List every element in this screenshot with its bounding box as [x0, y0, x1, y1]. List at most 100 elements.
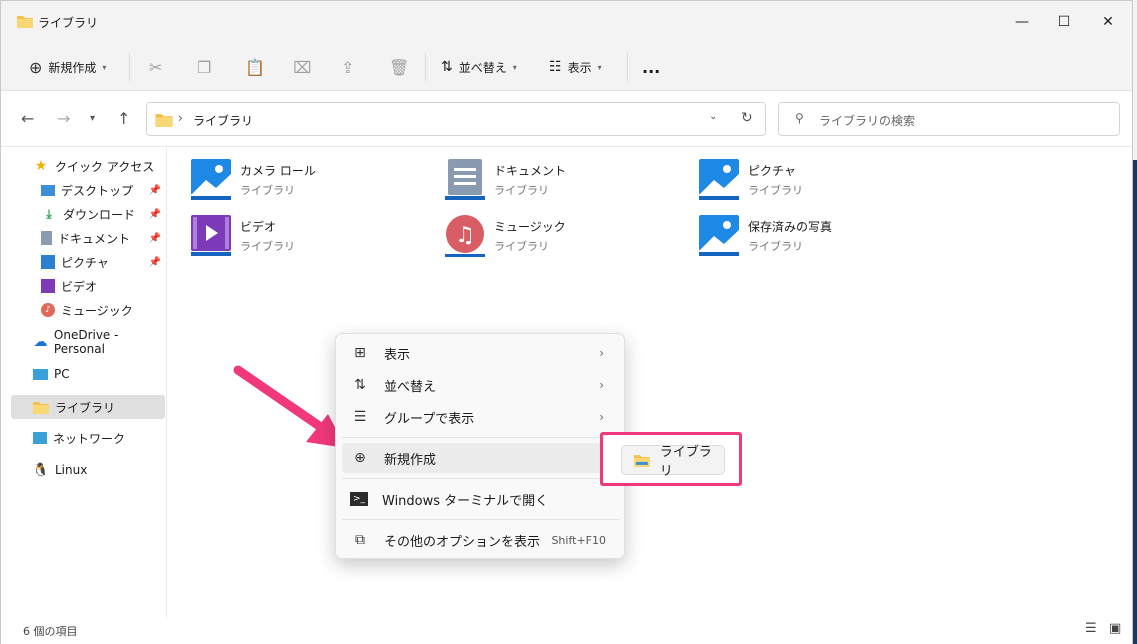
menu-item-new[interactable]: ⊕ 新規作成 — [342, 443, 620, 473]
sidebar-item-linux[interactable]: 🐧 Linux — [11, 458, 165, 482]
sidebar-item-desktop[interactable]: デスクトップ 📌 — [11, 178, 165, 202]
download-icon: ⤓ — [46, 206, 52, 221]
cut-button[interactable]: ✂ — [149, 55, 162, 79]
title-bar[interactable]: ライブラリ — ☐ ✕ — [1, 1, 1132, 43]
toolbar-divider — [129, 53, 130, 81]
sidebar-item-quick-access[interactable]: ★ クイック アクセス — [11, 154, 165, 178]
sidebar-item-libraries[interactable]: ライブラリ — [11, 395, 165, 419]
details-view-icon[interactable]: ☰ — [1085, 621, 1097, 636]
delete-button[interactable]: 🗑 — [389, 55, 409, 79]
paste-button[interactable]: 📋 — [245, 55, 265, 79]
library-tile[interactable]: ♫ ミュージック ライブラリ — [444, 211, 684, 261]
menu-divider — [342, 519, 620, 520]
menu-item-group[interactable]: ☰ グループで表示 › — [342, 402, 620, 432]
menu-divider — [342, 437, 620, 438]
minimize-button[interactable]: — — [1007, 9, 1037, 35]
command-bar: ⊕ 新規作成 ▾ ✂ ❐ 📋 ⌧ ⇪ 🗑 ⇅ 並べ替え ▾ ☷ 表示 ▾ ... — [1, 43, 1132, 91]
terminal-icon: >_ — [350, 492, 368, 506]
forward-arrow-icon[interactable]: → — [57, 109, 70, 128]
linux-icon: 🐧 — [32, 462, 50, 478]
chevron-right-icon: › — [599, 410, 604, 424]
sidebar-item-documents[interactable]: ドキュメント 📌 — [11, 226, 165, 250]
more-button[interactable]: ... — [642, 55, 660, 79]
sort-icon: ⇅ — [354, 377, 366, 393]
menu-item-label: Windows ターミナルで開く — [382, 493, 549, 509]
library-type: ライブラリ — [494, 240, 549, 253]
pin-icon[interactable]: 📌 — [149, 233, 161, 244]
new-label: 新規作成 — [48, 60, 97, 75]
picture-library-icon — [699, 159, 739, 200]
sidebar-item-label: ピクチャ — [61, 255, 109, 270]
menu-item-sort[interactable]: ⇅ 並べ替え › — [342, 370, 620, 400]
library-type: ライブラリ — [748, 240, 803, 253]
toolbar-divider — [425, 53, 426, 81]
close-button[interactable]: ✕ — [1093, 9, 1123, 35]
library-name: ピクチャ — [748, 164, 796, 178]
library-tile[interactable]: ピクチャ ライブラリ — [698, 155, 938, 205]
submenu-item-library[interactable]: ライブラリ — [621, 445, 725, 479]
sort-button[interactable]: ⇅ 並べ替え ▾ — [441, 55, 517, 79]
sidebar-item-label: ネットワーク — [53, 431, 126, 446]
pin-icon[interactable]: 📌 — [149, 209, 161, 220]
address-bar[interactable]: › ライブラリ ⌄ ↻ — [146, 102, 766, 136]
new-button[interactable]: ⊕ 新規作成 ▾ — [29, 55, 106, 79]
copy-button[interactable]: ❐ — [197, 55, 211, 79]
music-library-icon: ♫ — [445, 215, 485, 257]
library-tile[interactable]: ビデオ ライブラリ — [190, 211, 430, 261]
sidebar-item-label: ドキュメント — [58, 231, 131, 246]
library-name: ミュージック — [494, 220, 566, 234]
up-arrow-icon[interactable]: ↑ — [117, 109, 130, 128]
breadcrumb: ライブラリ — [193, 114, 254, 128]
library-tile[interactable]: 保存済みの写真 ライブラリ — [698, 211, 938, 261]
navigation-bar: ← → ▾ ↑ › ライブラリ ⌄ ↻ ⚲ ライブラリの検索 — [1, 91, 1132, 147]
chevron-right-icon: › — [599, 346, 604, 360]
sidebar-item-music[interactable]: ♪ ミュージック — [11, 298, 165, 322]
chevron-down-icon: ▾ — [512, 62, 517, 72]
maximize-button[interactable]: ☐ — [1049, 9, 1079, 35]
menu-item-label: その他のオプションを表示 — [384, 534, 541, 550]
library-tile[interactable]: カメラ ロール ライブラリ — [190, 155, 430, 205]
sidebar-item-label: ビデオ — [61, 279, 98, 294]
pc-icon — [33, 368, 48, 380]
share-icon: ⇪ — [341, 57, 355, 77]
recent-chevron-icon[interactable]: ▾ — [90, 113, 95, 124]
desktop-icon — [41, 184, 55, 196]
address-dropdown-icon[interactable]: ⌄ — [709, 111, 717, 122]
search-input[interactable]: ⚲ ライブラリの検索 — [778, 102, 1120, 136]
network-icon — [33, 432, 47, 444]
share-button[interactable]: ⇪ — [341, 55, 354, 79]
pin-icon[interactable]: 📌 — [149, 185, 161, 196]
star-icon: ★ — [34, 158, 48, 174]
library-type: ライブラリ — [240, 240, 295, 253]
menu-item-terminal[interactable]: >_ Windows ターミナルで開く — [342, 484, 620, 514]
sidebar-item-videos[interactable]: ビデオ — [11, 274, 165, 298]
sidebar-item-pc[interactable]: PC — [11, 362, 165, 386]
cloud-icon: ☁ — [33, 334, 48, 350]
sidebar-item-network[interactable]: ネットワーク — [11, 426, 165, 450]
pin-icon[interactable]: 📌 — [149, 257, 161, 268]
search-placeholder: ライブラリの検索 — [819, 114, 916, 128]
sidebar-item-label: デスクトップ — [61, 183, 134, 198]
menu-item-more-options[interactable]: ⧉ その他のオプションを表示 Shift+F10 — [342, 525, 620, 555]
chevron-down-icon: ▾ — [597, 62, 602, 72]
music-icon: ♪ — [41, 303, 55, 317]
sidebar-item-pictures[interactable]: ピクチャ 📌 — [11, 250, 165, 274]
chevron-right-icon: › — [599, 378, 604, 392]
sidebar-item-onedrive[interactable]: ☁ OneDrive - Personal — [11, 328, 165, 356]
plus-circle-icon: ⊕ — [354, 450, 366, 466]
menu-item-view[interactable]: ⊞ 表示 › — [342, 338, 620, 368]
document-icon — [41, 231, 52, 245]
view-button[interactable]: ☷ 表示 ▾ — [549, 55, 602, 79]
sidebar-item-downloads[interactable]: ⤓ ダウンロード 📌 — [11, 202, 165, 226]
sidebar-item-label: ダウンロード — [63, 207, 136, 222]
refresh-icon[interactable]: ↻ — [741, 110, 753, 126]
back-arrow-icon[interactable]: ← — [21, 109, 34, 128]
picture-library-icon — [699, 215, 739, 256]
tiles-view-icon[interactable]: ▣ — [1109, 621, 1121, 636]
more-icon: ... — [642, 57, 661, 77]
submenu-highlight: ライブラリ — [600, 432, 742, 486]
sidebar-item-label: ライブラリ — [55, 400, 116, 415]
folder-icon — [155, 114, 173, 127]
library-tile[interactable]: ドキュメント ライブラリ — [444, 155, 684, 205]
rename-button[interactable]: ⌧ — [293, 55, 311, 79]
